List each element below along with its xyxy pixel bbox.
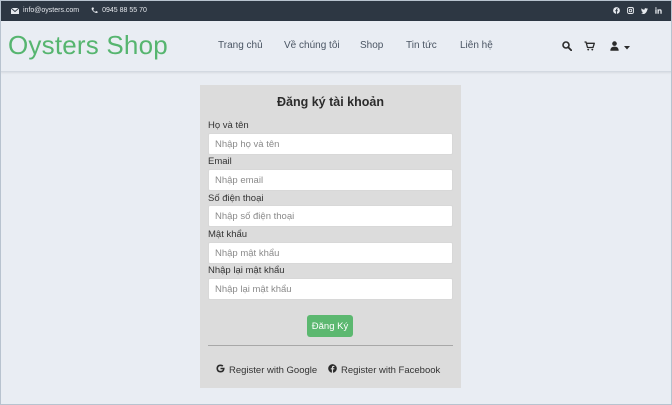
divider bbox=[208, 345, 453, 346]
form-title: Đăng ký tài khoản bbox=[277, 95, 384, 109]
search-icon[interactable] bbox=[562, 40, 572, 52]
email-label: Email bbox=[208, 156, 232, 167]
register-card: Đăng ký tài khoản Họ và tên Email Số điệ… bbox=[200, 85, 461, 388]
password-input[interactable] bbox=[208, 242, 453, 264]
phone-icon bbox=[89, 7, 99, 15]
site-header: Oysters Shop Trang chủ Về chúng tôi Shop… bbox=[0, 21, 672, 72]
register-google-button[interactable]: Register with Google bbox=[216, 364, 317, 376]
top-contact-bar: info@oysters.com 0945 88 55 70 bbox=[0, 0, 672, 21]
confirm-password-input[interactable] bbox=[208, 278, 453, 300]
facebook-icon bbox=[328, 364, 337, 376]
email-input[interactable] bbox=[208, 169, 453, 191]
user-icon[interactable] bbox=[610, 40, 619, 52]
envelope-icon bbox=[10, 7, 20, 15]
instagram-icon[interactable] bbox=[627, 7, 634, 14]
google-label: Register with Google bbox=[229, 364, 318, 376]
google-icon bbox=[216, 364, 225, 376]
social-links bbox=[613, 7, 662, 14]
fullname-label: Họ và tên bbox=[208, 120, 249, 131]
linkedin-icon[interactable] bbox=[655, 7, 662, 14]
phone-input[interactable] bbox=[208, 205, 453, 227]
contact-info: info@oysters.com 0945 88 55 70 bbox=[10, 7, 157, 15]
confirm-password-label: Nhập lại mật khẩu bbox=[208, 265, 285, 276]
fullname-input[interactable] bbox=[208, 133, 453, 155]
facebook-icon[interactable] bbox=[613, 7, 620, 14]
register-facebook-button[interactable]: Register with Facebook bbox=[328, 364, 440, 376]
twitter-icon[interactable] bbox=[641, 7, 648, 14]
cart-icon[interactable] bbox=[584, 40, 595, 52]
phone-label: Số điện thoại bbox=[208, 193, 264, 204]
header-tools bbox=[0, 39, 672, 53]
contact-email[interactable]: info@oysters.com bbox=[23, 7, 79, 14]
password-label: Mật khẩu bbox=[208, 229, 248, 240]
contact-phone[interactable]: 0945 88 55 70 bbox=[102, 7, 147, 14]
facebook-label: Register with Facebook bbox=[341, 364, 441, 376]
register-button[interactable]: Đăng Ký bbox=[307, 315, 353, 337]
caret-down-icon[interactable] bbox=[624, 42, 630, 54]
